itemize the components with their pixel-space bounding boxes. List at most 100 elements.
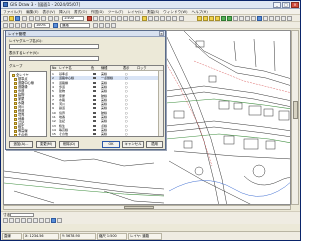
- col-header-name[interactable]: レイヤ名: [59, 66, 72, 71]
- snap-endpoint-icon[interactable]: [3, 218, 8, 223]
- undo-icon[interactable]: [48, 16, 53, 21]
- text-icon[interactable]: [257, 16, 262, 21]
- trim-icon[interactable]: [227, 16, 232, 21]
- delete-layer-button[interactable]: 削除(D): [59, 141, 79, 148]
- pan-icon[interactable]: [93, 16, 98, 21]
- offset-icon[interactable]: [221, 16, 226, 21]
- linetype-icon[interactable]: [93, 23, 98, 28]
- cancel-button[interactable]: キャンセル: [122, 141, 144, 148]
- snap-settings-icon[interactable]: [57, 218, 62, 223]
- select-icon[interactable]: [197, 16, 202, 21]
- vertical-scroll-thumb[interactable]: [293, 101, 298, 119]
- snap-perpendicular-icon[interactable]: [27, 218, 32, 223]
- info-icon[interactable]: [179, 16, 184, 21]
- image-icon[interactable]: [281, 16, 286, 21]
- zoom-window-icon[interactable]: [111, 16, 116, 21]
- edit-layer-button[interactable]: 変更(M): [36, 141, 56, 148]
- layer-color-swatch[interactable]: [93, 94, 96, 97]
- col-header-linetype[interactable]: 線種: [101, 66, 107, 71]
- layer-color-swatch[interactable]: [93, 98, 96, 101]
- help-icon[interactable]: [172, 16, 177, 21]
- arc-icon[interactable]: [21, 23, 26, 28]
- redo-icon[interactable]: [54, 16, 59, 21]
- minimize-button[interactable]: _: [273, 2, 281, 8]
- extend-icon[interactable]: [233, 16, 238, 21]
- hatch-icon[interactable]: [263, 16, 268, 21]
- col-header-visible[interactable]: 表示: [123, 66, 129, 71]
- stop-icon[interactable]: [87, 16, 92, 21]
- horizontal-scroll-thumb[interactable]: [124, 206, 154, 209]
- layer-color-swatch[interactable]: [93, 77, 96, 80]
- paste-icon[interactable]: [41, 16, 46, 21]
- explode-icon[interactable]: [251, 16, 256, 21]
- horizontal-scrollbar[interactable]: [3, 205, 291, 210]
- snap-intersection-icon[interactable]: [21, 218, 26, 223]
- print-icon[interactable]: [22, 16, 27, 21]
- color-icon[interactable]: [53, 23, 58, 28]
- scale-select[interactable]: 1:500: [62, 16, 84, 21]
- symbol-icon[interactable]: [111, 23, 116, 28]
- layer-list-scrollbar[interactable]: [158, 71, 163, 136]
- layer-icon[interactable]: [142, 16, 147, 21]
- layer-color-swatch[interactable]: [93, 116, 96, 118]
- ortho-icon[interactable]: [160, 16, 165, 21]
- layer-color-swatch[interactable]: [93, 85, 96, 88]
- layer-list[interactable]: No レイヤ名 色 線種 表示 ロック 1 基準点 実線 ○ 2 道路中心線 一点鎖線 ○ 3 道…: [50, 65, 164, 137]
- point-icon[interactable]: [105, 23, 110, 28]
- zoom-select[interactable]: 100%: [34, 23, 50, 28]
- zoom-all-icon[interactable]: [117, 16, 122, 21]
- apply-button[interactable]: 適用: [146, 141, 163, 148]
- dialog-close-button[interactable]: ×: [159, 31, 164, 36]
- cut-icon[interactable]: [29, 16, 34, 21]
- ok-button[interactable]: OK: [102, 141, 120, 148]
- settings-icon[interactable]: [287, 16, 292, 21]
- maximize-button[interactable]: □: [282, 2, 290, 8]
- snap-midpoint-icon[interactable]: [9, 218, 14, 223]
- zoom-in-icon[interactable]: [99, 16, 104, 21]
- snap-nearest-icon[interactable]: [33, 218, 38, 223]
- measure-icon[interactable]: [129, 16, 134, 21]
- close-button[interactable]: ×: [291, 2, 299, 8]
- save-icon[interactable]: [15, 16, 20, 21]
- snap-center-icon[interactable]: [15, 218, 20, 223]
- snap-icon[interactable]: [148, 16, 153, 21]
- layer-color-swatch[interactable]: [93, 111, 96, 114]
- layer-color-swatch[interactable]: [93, 90, 96, 93]
- layer-color-swatch[interactable]: [93, 128, 96, 131]
- move-icon[interactable]: [203, 16, 208, 21]
- layer-color-swatch[interactable]: [93, 103, 96, 106]
- zoom-out-icon[interactable]: [105, 16, 110, 21]
- layer-color-swatch[interactable]: [93, 73, 96, 75]
- snap-toggle-icon[interactable]: [51, 218, 56, 223]
- add-layer-button[interactable]: 追加(A)...: [9, 141, 33, 148]
- rectangle-icon[interactable]: [27, 23, 32, 28]
- layer-color-swatch[interactable]: [93, 120, 96, 123]
- col-header-lock[interactable]: ロック: [137, 66, 147, 71]
- array-icon[interactable]: [245, 16, 250, 21]
- layer-list-icon[interactable]: [166, 16, 171, 21]
- layer-select[interactable]: 道路: [60, 23, 90, 28]
- polyline-icon[interactable]: [9, 23, 14, 28]
- layer-color-swatch[interactable]: [93, 124, 96, 127]
- group-name-field[interactable]: [9, 44, 99, 49]
- rotate-icon[interactable]: [209, 16, 214, 21]
- col-header-no[interactable]: No: [52, 66, 56, 71]
- snap-node-icon[interactable]: [45, 218, 50, 223]
- fillet-icon[interactable]: [239, 16, 244, 21]
- grid-icon[interactable]: [154, 16, 159, 21]
- col-header-color[interactable]: 色: [91, 66, 94, 71]
- layer-color-swatch[interactable]: [93, 81, 96, 84]
- layer-group-tree[interactable]: 全レイヤ 基準点 道路中心線 道路縁 歩道 建物 家屋 水路 河川 鉄道 境界 …: [9, 71, 47, 137]
- mirror-icon[interactable]: [215, 16, 220, 21]
- copy-icon[interactable]: [35, 16, 40, 21]
- tree-node[interactable]: その他: [14, 133, 28, 136]
- circle-icon[interactable]: [15, 23, 20, 28]
- vertical-scrollbar[interactable]: [291, 30, 299, 205]
- redraw-icon[interactable]: [123, 16, 128, 21]
- layer-color-swatch[interactable]: [93, 133, 96, 136]
- snap-tangent-icon[interactable]: [39, 218, 44, 223]
- new-file-icon[interactable]: [3, 16, 8, 21]
- layer-color-swatch[interactable]: [93, 107, 96, 110]
- visible-layers-field[interactable]: [9, 56, 99, 61]
- properties-icon[interactable]: [135, 16, 140, 21]
